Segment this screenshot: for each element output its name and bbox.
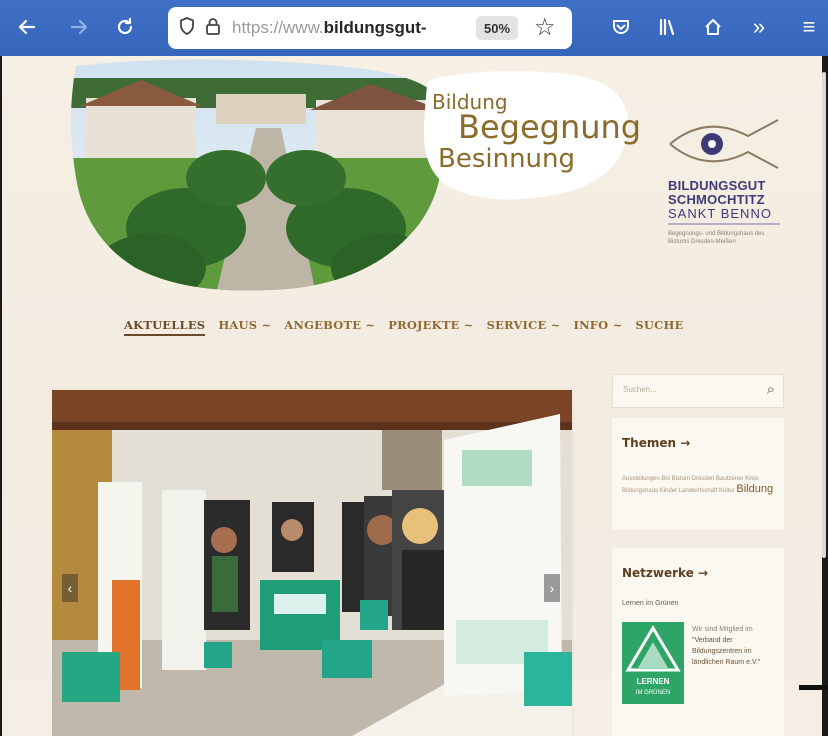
netzwerke-association[interactable]: "Verband der Bildungszentren im ländlich… bbox=[692, 637, 760, 666]
page-left-border bbox=[0, 56, 2, 736]
url-text: https://www.bildungsgut- bbox=[232, 18, 427, 37]
lernen-im-gruenen-logo[interactable]: LERNEN IM GRÜNEN bbox=[622, 622, 684, 704]
bookmark-star-icon[interactable]: ☆ bbox=[534, 13, 556, 42]
netzwerke-subtitle: Lernen im Grünen bbox=[622, 600, 679, 607]
themen-tag-bildung[interactable]: Bildung bbox=[736, 483, 773, 495]
nav-item-haus[interactable]: HAUS ~ bbox=[218, 318, 271, 336]
nav-item-info[interactable]: INFO ~ bbox=[574, 318, 623, 336]
svg-text:LERNEN: LERNEN bbox=[637, 677, 670, 686]
nav-item-angebote[interactable]: ANGEBOTE ~ bbox=[284, 318, 375, 336]
pocket-icon[interactable] bbox=[604, 10, 638, 44]
themen-tag-cloud: Ausstellungen Bio Bistum Dresden Bautzen… bbox=[622, 474, 778, 496]
reload-icon[interactable] bbox=[108, 10, 142, 44]
url-bar[interactable]: https://www.bildungsgut- 50% ☆ bbox=[168, 7, 572, 49]
brand-line-1: BILDUNGSGUT bbox=[668, 178, 766, 193]
netzwerke-widget: Netzwerke → Lernen im Grünen LERNEN IM G… bbox=[612, 548, 784, 736]
exhibition-photo[interactable] bbox=[52, 390, 572, 736]
hamburger-menu-icon[interactable]: ≡ bbox=[792, 10, 826, 44]
tagline-begegnung: Begegnung bbox=[458, 108, 642, 146]
home-icon[interactable] bbox=[696, 10, 730, 44]
themen-widget: Themen → Ausstellungen Bio Bistum Dresde… bbox=[612, 418, 784, 530]
edge-dash-mark bbox=[799, 685, 828, 690]
nav-item-projekte[interactable]: PROJEKTE ~ bbox=[388, 318, 473, 336]
estate-hero-image bbox=[71, 59, 443, 291]
netzwerke-description: Wir sind Mitglied im "Verband der Bildun… bbox=[692, 624, 780, 668]
eye-fish-logo-icon[interactable] bbox=[666, 114, 784, 174]
slider-next-arrow-icon[interactable]: › bbox=[544, 574, 560, 602]
brand-line-3: SANKT BENNO bbox=[668, 206, 772, 221]
library-icon[interactable] bbox=[650, 10, 684, 44]
page-content: Bildung Begegnung Besinnung BILDUNGSGUT … bbox=[0, 56, 828, 736]
zoom-level-badge[interactable]: 50% bbox=[476, 16, 519, 40]
netzwerke-title[interactable]: Netzwerke → bbox=[622, 566, 708, 580]
forward-arrow-icon[interactable] bbox=[62, 10, 96, 44]
search-placeholder: Suchen... bbox=[623, 385, 657, 394]
brand-line-2: SCHMOCHTITZ bbox=[668, 192, 765, 207]
shield-icon[interactable] bbox=[174, 16, 200, 40]
svg-text:IM GRÜNEN: IM GRÜNEN bbox=[636, 689, 670, 696]
tagline-besinnung: Besinnung bbox=[438, 144, 576, 174]
netzwerke-intro: Wir sind Mitglied im bbox=[692, 626, 753, 633]
nav-item-suche[interactable]: SUCHE bbox=[635, 318, 683, 336]
brand-subtitle: Begegnungs- und Bildungshaus des Bistums… bbox=[668, 231, 765, 245]
sidebar-search[interactable]: Suchen... ⌕ bbox=[612, 374, 784, 408]
nav-item-service[interactable]: SERVICE ~ bbox=[487, 318, 561, 336]
search-icon[interactable]: ⌕ bbox=[767, 381, 775, 398]
browser-toolbar: https://www.bildungsgut- 50% ☆ » ≡ bbox=[0, 0, 828, 56]
brand-divider bbox=[668, 223, 780, 225]
main-navigation: AKTUELLES HAUS ~ ANGEBOTE ~ PROJEKTE ~ S… bbox=[124, 318, 697, 336]
back-arrow-icon[interactable] bbox=[10, 10, 44, 44]
overflow-chevrons-icon[interactable]: » bbox=[742, 10, 776, 44]
page-scrollbar-thumb[interactable] bbox=[822, 72, 826, 558]
slider-prev-arrow-icon[interactable]: ‹ bbox=[62, 574, 78, 602]
lock-icon[interactable] bbox=[200, 17, 226, 40]
themen-title[interactable]: Themen → bbox=[622, 436, 690, 450]
nav-item-aktuelles[interactable]: AKTUELLES bbox=[124, 318, 206, 336]
